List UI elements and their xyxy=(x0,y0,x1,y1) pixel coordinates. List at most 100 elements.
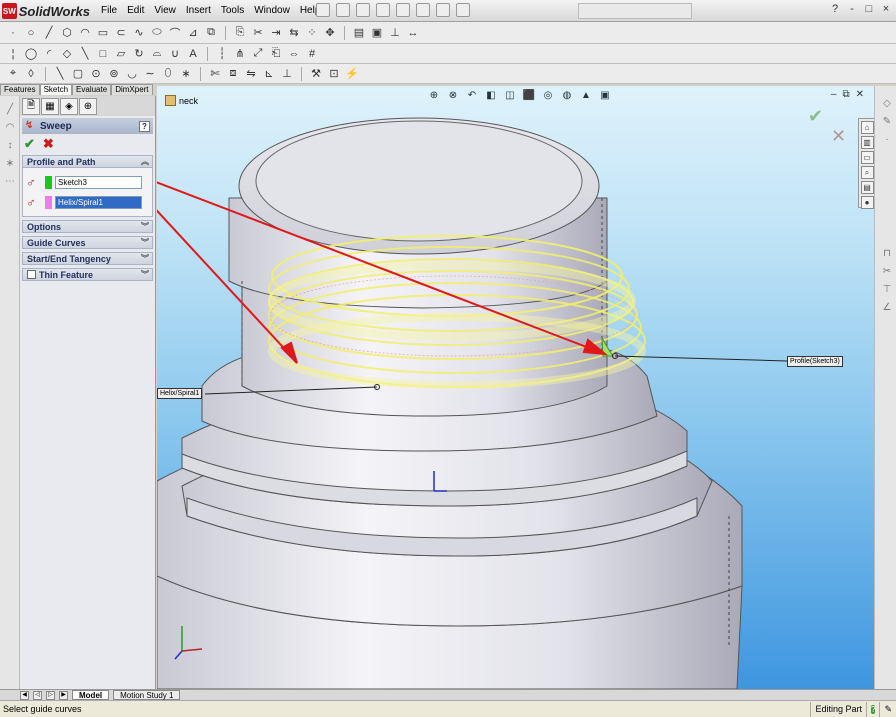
tab-model[interactable]: Model xyxy=(72,690,110,700)
guide-curves-header[interactable]: Guide Curves ︾ xyxy=(22,236,153,249)
tab-motion-study[interactable]: Motion Study 1 xyxy=(113,690,181,700)
x-icon[interactable]: ✖ xyxy=(43,136,54,152)
smart-dimension-icon[interactable]: ⌖ xyxy=(6,67,20,81)
profile-callout[interactable]: Profile(Sketch3) xyxy=(787,356,843,367)
parabola-icon[interactable]: ∪ xyxy=(168,47,182,61)
help-icon[interactable]: ? xyxy=(871,705,876,714)
menu-view[interactable]: View xyxy=(149,4,181,17)
repair-sketch-icon[interactable]: ⚒ xyxy=(309,67,323,81)
move-icon[interactable]: ✥ xyxy=(323,26,337,40)
path-selection-box[interactable]: Helix/Spiral1 xyxy=(55,195,142,209)
sketch-arc-icon[interactable]: ◡ xyxy=(125,67,139,81)
close-icon[interactable]: ✕ xyxy=(856,89,864,100)
add-relation-icon[interactable]: ⊾ xyxy=(262,67,276,81)
menu-edit[interactable]: Edit xyxy=(122,4,149,17)
zoom-to-fit-icon[interactable]: ⊕ xyxy=(427,88,441,102)
help-cell[interactable]: ? xyxy=(866,702,879,717)
confirmation-ok-icon[interactable]: ✔ xyxy=(808,106,823,127)
model-viewport[interactable] xyxy=(157,86,874,689)
rectangle-icon[interactable]: ▭ xyxy=(96,26,110,40)
feature-tree-node[interactable]: neck xyxy=(165,95,198,106)
layer-icon[interactable]: ▤ xyxy=(352,26,366,40)
thin-feature-header[interactable]: Thin Feature ︾ xyxy=(22,268,153,281)
diamond-icon[interactable]: ◇ xyxy=(60,47,74,61)
fillet-icon[interactable]: ⌒ xyxy=(168,26,182,40)
line-icon[interactable]: ╱ xyxy=(42,26,56,40)
help-icon[interactable]: ? xyxy=(139,120,150,132)
dash-tool-icon[interactable]: ⋯ xyxy=(3,174,17,188)
block-icon[interactable]: ▣ xyxy=(370,26,384,40)
dimension-icon[interactable]: ↔ xyxy=(406,26,420,40)
new-icon[interactable] xyxy=(316,3,330,17)
next-tab-icon[interactable]: ▷ xyxy=(46,690,55,700)
menu-tools[interactable]: Tools xyxy=(216,4,249,17)
circle-2-icon[interactable]: ◯ xyxy=(24,47,38,61)
view-settings-icon[interactable]: ▣ xyxy=(598,88,612,102)
rebuild-cell[interactable]: ✎ xyxy=(879,702,896,717)
profile-and-path-header[interactable]: Profile and Path ︽ xyxy=(22,155,153,168)
chevron-down-icon[interactable]: ︾ xyxy=(141,221,149,232)
view-palette-icon[interactable]: ▤ xyxy=(860,181,874,194)
tangent-arc-icon[interactable]: ◜ xyxy=(42,47,56,61)
chevron-down-icon[interactable]: ︾ xyxy=(141,237,149,248)
search-icon[interactable]: ⌕ xyxy=(860,166,874,179)
line-2-icon[interactable]: ╲ xyxy=(78,47,92,61)
point-icon[interactable]: · xyxy=(880,132,894,146)
ellipse-icon[interactable]: ⬭ xyxy=(150,26,164,40)
angle-icon[interactable]: ∠ xyxy=(880,300,894,314)
perimeter-circle-icon[interactable]: ⊚ xyxy=(107,67,121,81)
sketch-offset-icon[interactable]: ⧈ xyxy=(226,67,240,81)
spline-icon[interactable]: ∿ xyxy=(132,26,146,40)
corner-rectangle-icon[interactable]: ▢ xyxy=(71,67,85,81)
point-icon[interactable]: · xyxy=(6,26,20,40)
sketch-trim-icon[interactable]: ✄ xyxy=(208,67,222,81)
point-tool-icon[interactable]: ∗ xyxy=(3,156,17,170)
search-box[interactable] xyxy=(578,3,692,19)
select-icon[interactable] xyxy=(416,3,430,17)
pencil-icon[interactable]: ✎ xyxy=(880,114,894,128)
save-icon[interactable] xyxy=(356,3,370,17)
pattern-icon[interactable]: ⁘ xyxy=(305,26,319,40)
construction-icon[interactable]: ┆ xyxy=(215,47,229,61)
center-circle-icon[interactable]: ⊙ xyxy=(89,67,103,81)
app-logo[interactable]: SW SolidWorks xyxy=(2,2,90,20)
tab-features[interactable]: Features xyxy=(0,84,40,95)
rebuild-icon[interactable] xyxy=(436,3,450,17)
help-icon[interactable]: ? xyxy=(829,3,841,15)
mirror-icon[interactable]: ⇆ xyxy=(287,26,301,40)
display-relations-icon[interactable]: ⊥ xyxy=(280,67,294,81)
property-manager-tab-icon[interactable]: ▦ xyxy=(41,98,59,115)
rectangle-2-icon[interactable]: □ xyxy=(96,47,110,61)
first-tab-icon[interactable]: ◀ xyxy=(20,690,29,700)
grid-icon[interactable]: # xyxy=(305,47,319,61)
copy-icon[interactable]: ⎗ xyxy=(269,47,283,61)
arc-icon[interactable]: ◠ xyxy=(78,26,92,40)
edit-appearance-icon[interactable]: ◍ xyxy=(560,88,574,102)
trim-icon[interactable]: ✂ xyxy=(251,26,265,40)
previous-view-icon[interactable]: ↶ xyxy=(465,88,479,102)
design-library-icon[interactable]: ▥ xyxy=(860,136,874,149)
file-explorer-icon[interactable]: ▭ xyxy=(860,151,874,164)
graphics-area[interactable]: neck ⊕ ⊗ ↶ ◧ ◫ ⬛ ◎ ◍ ▲ ▣ – ⧉ ✕ ✔ ✕ Profi… xyxy=(157,86,874,689)
print-icon[interactable] xyxy=(376,3,390,17)
scale-icon[interactable]: ⤢ xyxy=(251,47,265,61)
display-style-icon[interactable]: ⬛ xyxy=(522,88,536,102)
feature-manager-tab-icon[interactable]: 🗎 xyxy=(22,98,40,115)
path-callout[interactable]: Helix/Spiral1 xyxy=(157,388,203,399)
open-icon[interactable] xyxy=(336,3,350,17)
parallelogram-icon[interactable]: ▱ xyxy=(114,47,128,61)
options-header[interactable]: Options ︾ xyxy=(22,220,153,233)
dimxpert-manager-tab-icon[interactable]: ⊕ xyxy=(79,98,97,115)
slot-icon[interactable]: ⊂ xyxy=(114,26,128,40)
stretch-icon[interactable]: ⇔ xyxy=(287,47,301,61)
rapid-sketch-icon[interactable]: ⚡ xyxy=(345,67,359,81)
start-end-tangency-header[interactable]: Start/End Tangency ︾ xyxy=(22,252,153,265)
quick-snaps-icon[interactable]: ⊡ xyxy=(327,67,341,81)
minimize-icon[interactable]: – xyxy=(831,89,837,100)
magnet-icon[interactable]: ⊓ xyxy=(880,246,894,260)
tab-evaluate[interactable]: Evaluate xyxy=(72,84,112,95)
text-icon[interactable]: A xyxy=(186,47,200,61)
extend-icon[interactable]: ⇥ xyxy=(269,26,283,40)
line-tool-icon[interactable]: ╱ xyxy=(3,102,17,116)
arc-tool-icon[interactable]: ◠ xyxy=(3,120,17,134)
